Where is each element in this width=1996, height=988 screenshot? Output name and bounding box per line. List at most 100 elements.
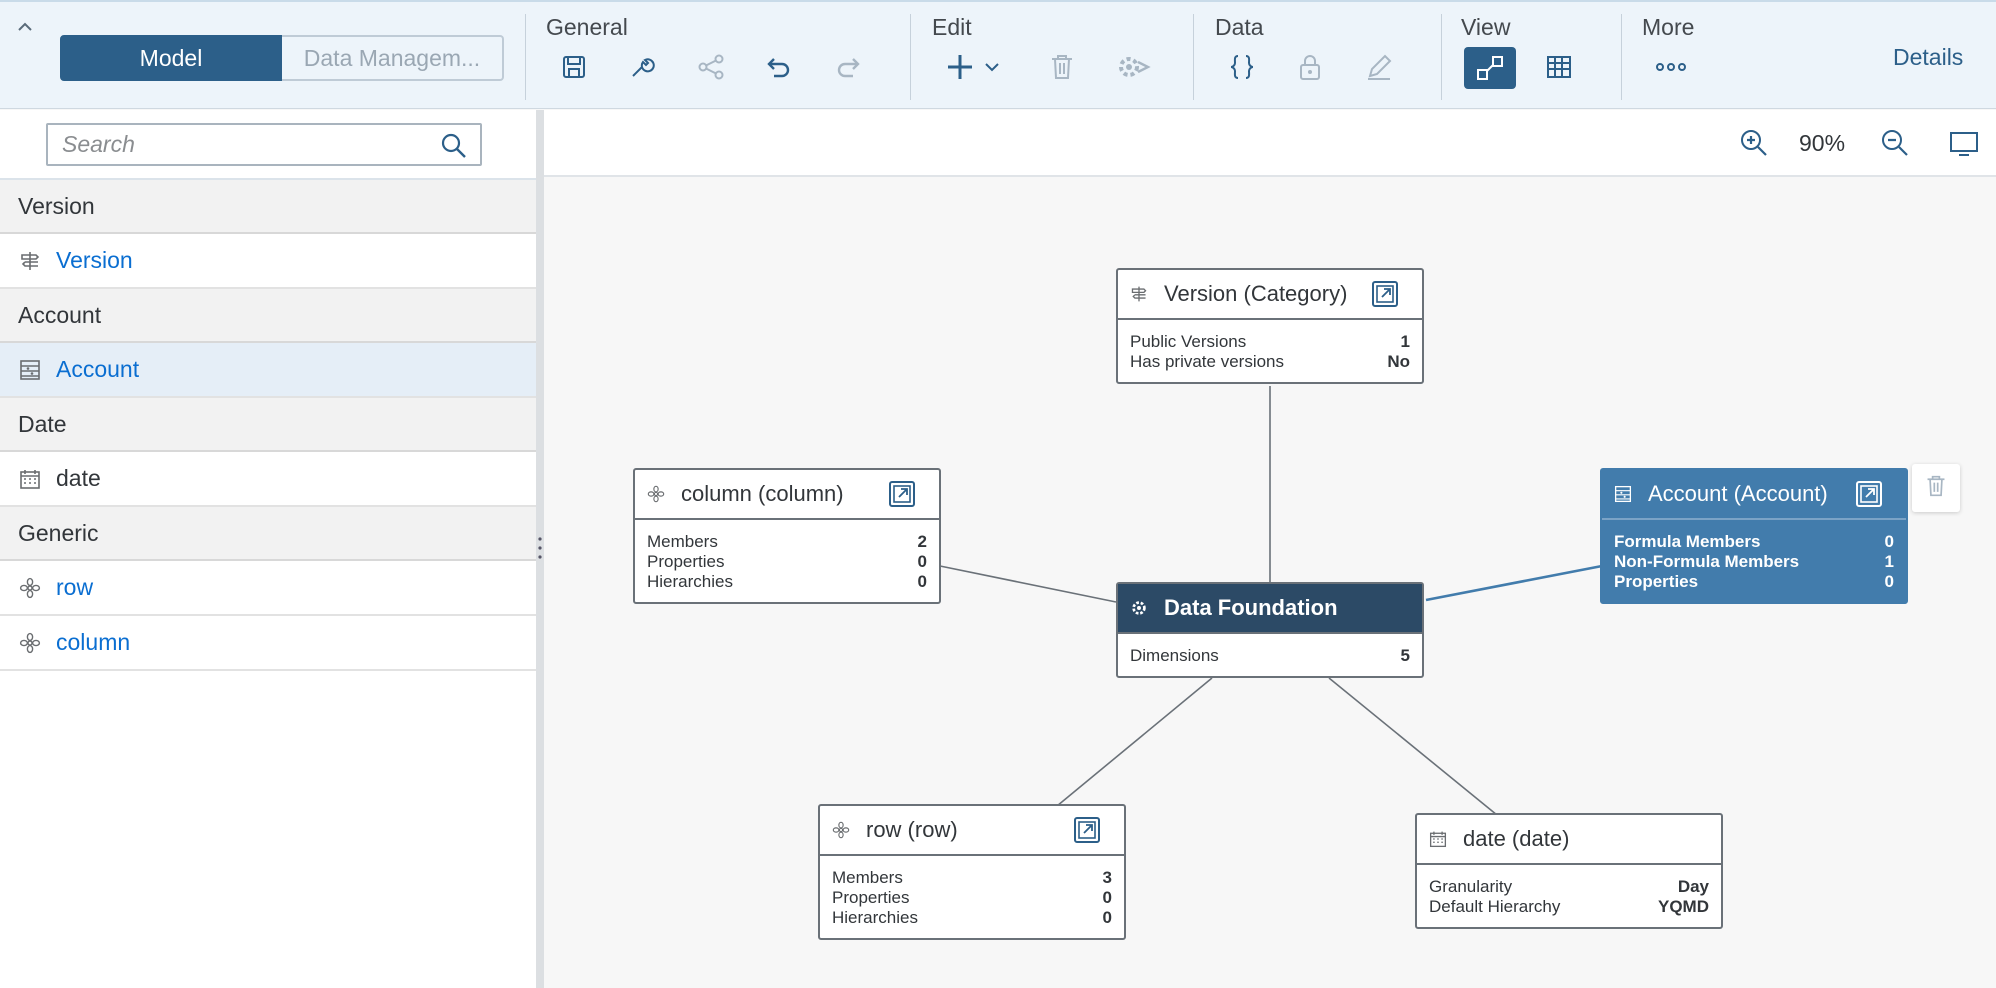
node-delete-button[interactable] xyxy=(1912,464,1960,512)
sidebar-item-date[interactable]: date xyxy=(0,452,536,507)
account-icon xyxy=(18,358,42,382)
group-label-view: View xyxy=(1461,14,1511,40)
stat-label: Non-Formula Members xyxy=(1614,552,1800,571)
stat-label: Dimensions xyxy=(1130,646,1219,665)
node-stat-row: Members 2 xyxy=(647,532,927,552)
stat-value: 3 xyxy=(1102,868,1112,887)
version-icon xyxy=(1130,283,1152,305)
open-dimension-icon[interactable] xyxy=(1370,279,1400,309)
stat-value: 1 xyxy=(1400,332,1410,351)
stat-label: Public Versions xyxy=(1130,332,1247,351)
network-icon[interactable] xyxy=(1115,47,1155,87)
stat-value: 0 xyxy=(1102,888,1112,907)
sidebar-resize-handle[interactable] xyxy=(536,110,544,988)
lock-icon[interactable] xyxy=(1290,47,1330,87)
node-data-foundation[interactable]: Data Foundation Dimensions 5 xyxy=(1116,582,1424,678)
collapse-toolbar-icon[interactable] xyxy=(14,16,36,38)
undo-icon[interactable] xyxy=(759,47,799,87)
open-dimension-icon[interactable] xyxy=(1854,479,1884,509)
node-header: Account (Account) xyxy=(1602,470,1906,520)
node-title: column (column) xyxy=(681,481,844,506)
section-header-generic: Generic xyxy=(0,507,536,561)
node-stat-row: Non-Formula Members 1 xyxy=(1614,552,1894,572)
group-label-edit: Edit xyxy=(932,14,972,40)
sidebar-item-label: Version xyxy=(56,247,133,273)
model-canvas[interactable]: 90% Version (Category) Public Versions 1 … xyxy=(544,110,1996,988)
node-title: Version (Category) xyxy=(1164,281,1348,306)
sidebar-item-row[interactable]: row xyxy=(0,561,536,616)
tab-model[interactable]: Model xyxy=(60,35,282,81)
foundation-icon xyxy=(1130,597,1152,619)
stat-value: 0 xyxy=(1102,908,1112,927)
stat-value: 0 xyxy=(917,552,927,571)
delete-icon[interactable] xyxy=(1042,47,1082,87)
chevron-down-icon[interactable] xyxy=(980,47,1004,87)
details-button[interactable]: Details xyxy=(1893,44,1963,71)
sidebar-item-column[interactable]: column xyxy=(0,616,536,671)
node-stat-row: Members 3 xyxy=(832,868,1112,888)
grid-view-icon[interactable] xyxy=(1539,47,1579,87)
stat-label: Members xyxy=(647,532,718,551)
save-icon[interactable] xyxy=(554,47,594,87)
node-version[interactable]: Version (Category) Public Versions 1 Has … xyxy=(1116,268,1424,384)
sidebar-item-label: date xyxy=(56,465,101,491)
stat-label: Properties xyxy=(647,552,725,571)
toolbar-divider xyxy=(1193,14,1194,100)
search-input[interactable] xyxy=(48,125,418,164)
stat-value: 2 xyxy=(917,532,927,551)
trash-icon xyxy=(1925,474,1947,503)
generic-dimension-icon xyxy=(647,483,669,505)
node-row[interactable]: row (row) Members 3 Properties 0 Hierarchi… xyxy=(818,804,1126,940)
edge-date xyxy=(1328,677,1498,816)
edge-account xyxy=(1425,564,1603,602)
stat-label: Default Hierarchy xyxy=(1429,897,1561,916)
group-label-general: General xyxy=(546,14,628,40)
dimension-list: Version Version Account Account Date dat… xyxy=(0,178,536,671)
sidebar-item-account[interactable]: Account xyxy=(0,343,536,398)
node-account[interactable]: Account (Account) Formula Members 0 Non-F… xyxy=(1600,468,1908,604)
node-stat-row: Public Versions 1 xyxy=(1130,332,1410,352)
diagram-view-icon[interactable] xyxy=(1464,47,1516,89)
stat-label: Hierarchies xyxy=(832,908,918,927)
redo-icon[interactable] xyxy=(828,47,868,87)
node-body: Members 3 Properties 0 Hierarchies 0 xyxy=(820,856,1124,938)
node-title: row (row) xyxy=(866,817,958,842)
toolbar: Model Data Managem... General Edit Data xyxy=(0,0,1996,109)
wrench-icon[interactable] xyxy=(622,47,662,87)
stat-value: YQMD xyxy=(1658,897,1709,916)
node-stat-row: Formula Members 0 xyxy=(1614,532,1894,552)
calendar-icon xyxy=(18,467,42,491)
overflow-icon[interactable] xyxy=(1651,47,1691,87)
stat-label: Hierarchies xyxy=(647,572,733,591)
node-stat-row: Default Hierarchy YQMD xyxy=(1429,897,1709,917)
add-icon[interactable] xyxy=(940,47,980,87)
edge-row xyxy=(1056,677,1213,807)
node-stat-row: Hierarchies 0 xyxy=(832,908,1112,928)
node-body: Public Versions 1 Has private versions No xyxy=(1118,320,1422,382)
open-dimension-icon[interactable] xyxy=(887,479,917,509)
account-icon xyxy=(1614,483,1636,505)
node-body: Granularity Day Default Hierarchy YQMD xyxy=(1417,865,1721,927)
stat-label: Properties xyxy=(1614,572,1699,591)
share-icon[interactable] xyxy=(691,47,731,87)
group-label-more: More xyxy=(1642,14,1695,40)
node-stat-row: Hierarchies 0 xyxy=(647,572,927,592)
tab-data-management[interactable]: Data Managem... xyxy=(282,35,504,81)
open-dimension-icon[interactable] xyxy=(1072,815,1102,845)
sidebar-item-version[interactable]: Version xyxy=(0,234,536,289)
node-stat-row: Properties 0 xyxy=(647,552,927,572)
node-column[interactable]: column (column) Members 2 Properties 0 Hie… xyxy=(633,468,941,604)
node-date[interactable]: date (date) Granularity Day Default Hiera… xyxy=(1415,813,1723,929)
edit-pencil-icon[interactable] xyxy=(1359,47,1399,87)
formula-braces-icon[interactable] xyxy=(1222,47,1262,87)
generic-dimension-icon xyxy=(18,631,42,655)
stat-label: Granularity xyxy=(1429,877,1513,896)
toolbar-divider xyxy=(1441,14,1442,100)
calendar-icon xyxy=(1429,828,1451,850)
stat-value: 1 xyxy=(1884,552,1894,571)
search-icon[interactable] xyxy=(440,132,468,165)
stat-value: 0 xyxy=(1884,532,1894,551)
node-stat-row: Properties 0 xyxy=(832,888,1112,908)
toolbar-divider xyxy=(525,14,526,100)
edge-column xyxy=(939,565,1117,603)
